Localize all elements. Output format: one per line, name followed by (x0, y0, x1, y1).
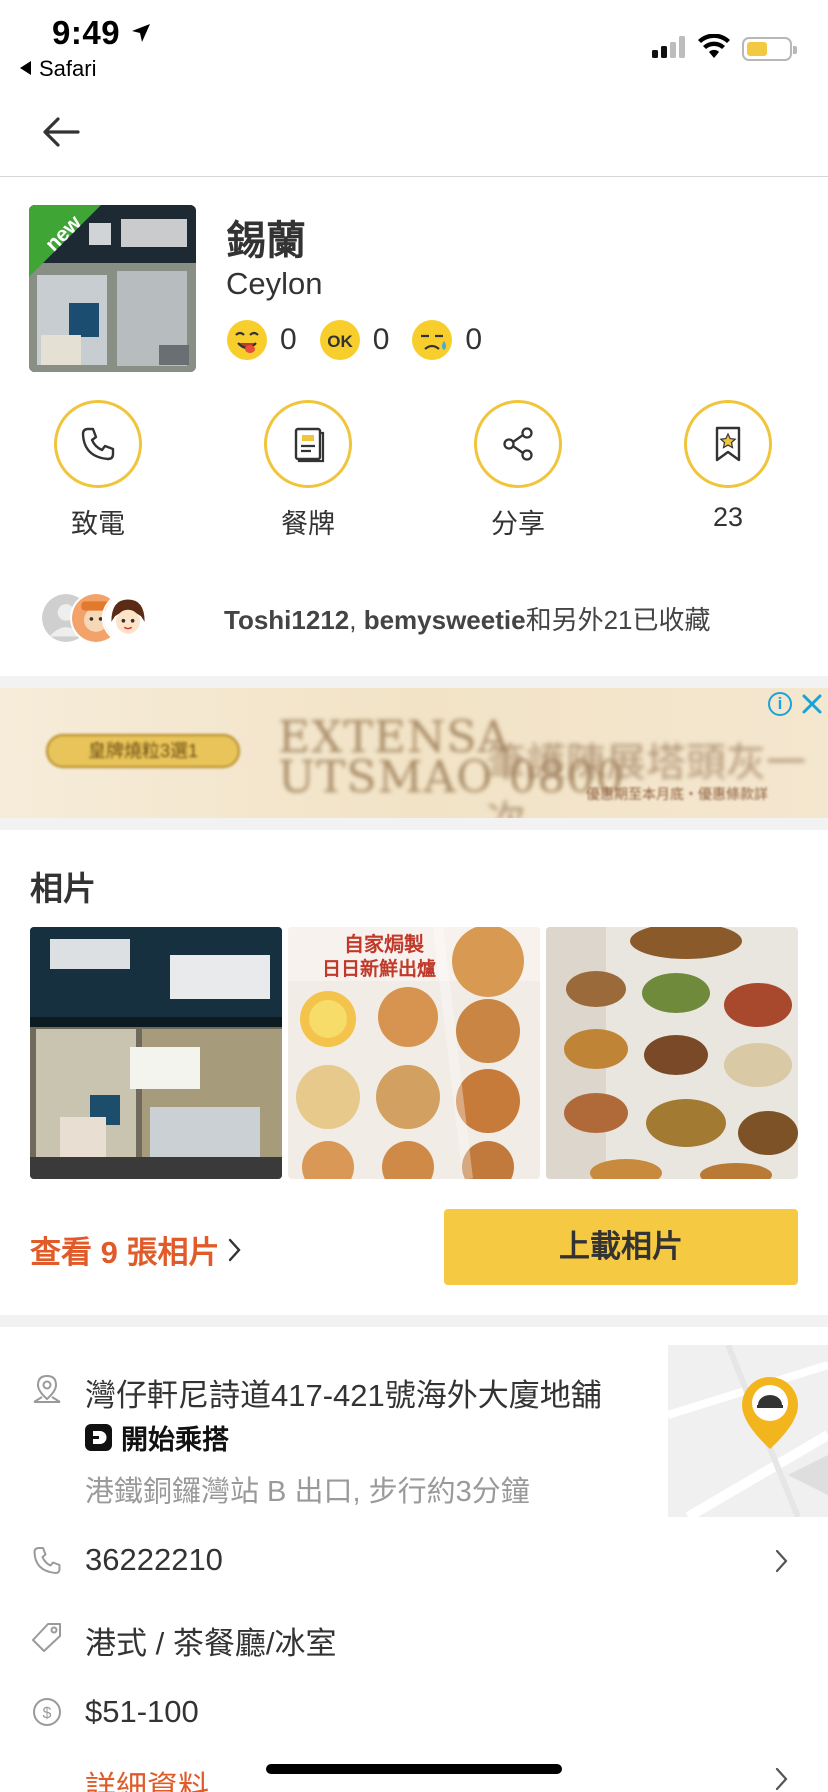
reaction-ok[interactable]: OK 0 (319, 319, 390, 361)
sad-face-icon (412, 320, 453, 360)
share-circle (474, 400, 562, 488)
svg-text:OK: OK (327, 332, 353, 351)
bookmark-separator: , (349, 604, 364, 635)
directions-text: 港鐵銅鑼灣站 B 出口, 步行約3分鐘 (85, 1476, 530, 1508)
bookmark-star-icon (715, 426, 741, 462)
tag-icon (32, 1623, 61, 1652)
bakery-menu-photo[interactable]: 自家焗製 日日新鮮出爐 (288, 927, 540, 1179)
ad-pill: 皇牌燒粒3選1 (46, 734, 240, 768)
share-icon (503, 427, 533, 461)
bookmark-user-1[interactable]: Toshi1212 (224, 605, 349, 635)
home-indicator (266, 1764, 562, 1774)
menu-button[interactable]: 餐牌 (243, 400, 373, 541)
chevron-right-icon[interactable] (774, 1548, 790, 1574)
bookmarked-by-row[interactable]: Toshi1212, bemysweetie和另外21已收藏 (40, 590, 711, 646)
location-arrow-icon (132, 24, 150, 42)
reaction-sad[interactable]: 0 (411, 319, 482, 361)
avatar-group (40, 590, 186, 646)
ad-info-icon[interactable]: i (768, 692, 792, 716)
call-label: 致電 (71, 509, 125, 539)
back-to-app-link[interactable]: Safari (20, 56, 96, 82)
new-badge: new (29, 205, 101, 277)
phone-icon (33, 1547, 61, 1574)
chevron-right-icon (229, 1238, 242, 1261)
call-button[interactable]: 致電 (33, 400, 163, 541)
ride-label: 開始乘搭 (121, 1425, 229, 1455)
view-photos-label: 查看 9 張相片 (30, 1235, 220, 1270)
reaction-ok-count: 0 (372, 323, 390, 356)
ad-fine-print: 優惠期至本月底・優惠條款詳 (586, 786, 768, 802)
nav-bar (0, 90, 828, 177)
bookmark-count: 23 (712, 502, 744, 532)
map-thumbnail[interactable] (668, 1345, 828, 1517)
menu-circle (264, 400, 352, 488)
reactions-row: 0 OK 0 0 (226, 318, 504, 362)
clock: 9:49 (52, 14, 121, 51)
action-row: 致電 餐牌 分享 23 (0, 400, 828, 540)
bookmark-suffix: 和另外21已收藏 (525, 604, 711, 635)
bakery-caption-bottom: 日日新鮮出爐 (322, 957, 436, 980)
start-ride-link[interactable]: 開始乘搭 (85, 1418, 229, 1457)
ride-app-icon (85, 1424, 112, 1451)
menu-label: 餐牌 (281, 509, 335, 539)
share-label: 分享 (491, 509, 545, 539)
bookmark-button[interactable]: 23 (663, 400, 793, 533)
bookmark-user-2[interactable]: bemysweetie (364, 605, 526, 635)
call-circle (54, 400, 142, 488)
upload-photo-button[interactable]: 上載相片 (444, 1209, 798, 1285)
ok-icon: OK (319, 320, 360, 360)
cuisine-text[interactable]: 港式 / 茶餐廳/冰室 (85, 1618, 336, 1663)
battery-icon (742, 37, 797, 61)
price-range: $51-100 (85, 1694, 199, 1729)
phone-icon (81, 427, 115, 461)
restaurant-name-zh: 錫蘭 (226, 219, 306, 263)
section-divider (0, 1315, 828, 1327)
restaurant-name-en: Ceylon (226, 266, 323, 301)
share-button[interactable]: 分享 (453, 400, 583, 541)
storefront-photo[interactable] (30, 927, 282, 1179)
ad-banner[interactable]: 皇牌燒粒3選1 EXTENSA UTSMAO 0800 筆護陳展塔頭灰一次 優惠… (0, 688, 828, 818)
back-triangle-icon (20, 61, 31, 75)
bookmark-circle (684, 400, 772, 488)
wifi-icon (698, 34, 730, 58)
section-divider (0, 818, 828, 830)
view-all-photos-link[interactable]: 查看 9 張相片 (30, 1227, 245, 1272)
reaction-tasty[interactable]: 0 (226, 319, 297, 361)
status-bar: 9:49 Safari (0, 0, 828, 90)
details-link[interactable]: 詳細資料 (85, 1762, 209, 1792)
ad-close-icon[interactable] (798, 690, 826, 718)
svg-text:$: $ (43, 1705, 52, 1722)
bookmarked-by-text: Toshi1212, bemysweetie和另外21已收藏 (224, 600, 711, 637)
dishes-menu-photo[interactable] (546, 927, 798, 1179)
reaction-sad-count: 0 (465, 323, 483, 356)
bakery-caption-top: 自家焗製 (344, 932, 424, 956)
reaction-tasty-count: 0 (280, 323, 297, 356)
price-dollar-icon: $ (33, 1698, 61, 1726)
cellular-signal-icon (652, 36, 688, 58)
tasty-face-icon (227, 320, 267, 360)
back-arrow-icon[interactable] (38, 110, 86, 154)
section-divider (0, 676, 828, 688)
address-text[interactable]: 灣仔軒尼詩道417-421號海外大廈地舖 (85, 1370, 602, 1415)
location-pin-icon (33, 1374, 61, 1403)
restaurant-thumbnail[interactable]: new (29, 205, 196, 372)
avatar (102, 592, 154, 644)
photos-section-title: 相片 (30, 870, 96, 907)
chevron-right-icon[interactable] (774, 1766, 790, 1792)
phone-number[interactable]: 36222210 (85, 1542, 223, 1578)
ad-headline-zh: 筆護陳展塔頭灰一次 (486, 741, 806, 818)
menu-book-icon (294, 427, 325, 463)
back-app-label: Safari (39, 56, 97, 81)
